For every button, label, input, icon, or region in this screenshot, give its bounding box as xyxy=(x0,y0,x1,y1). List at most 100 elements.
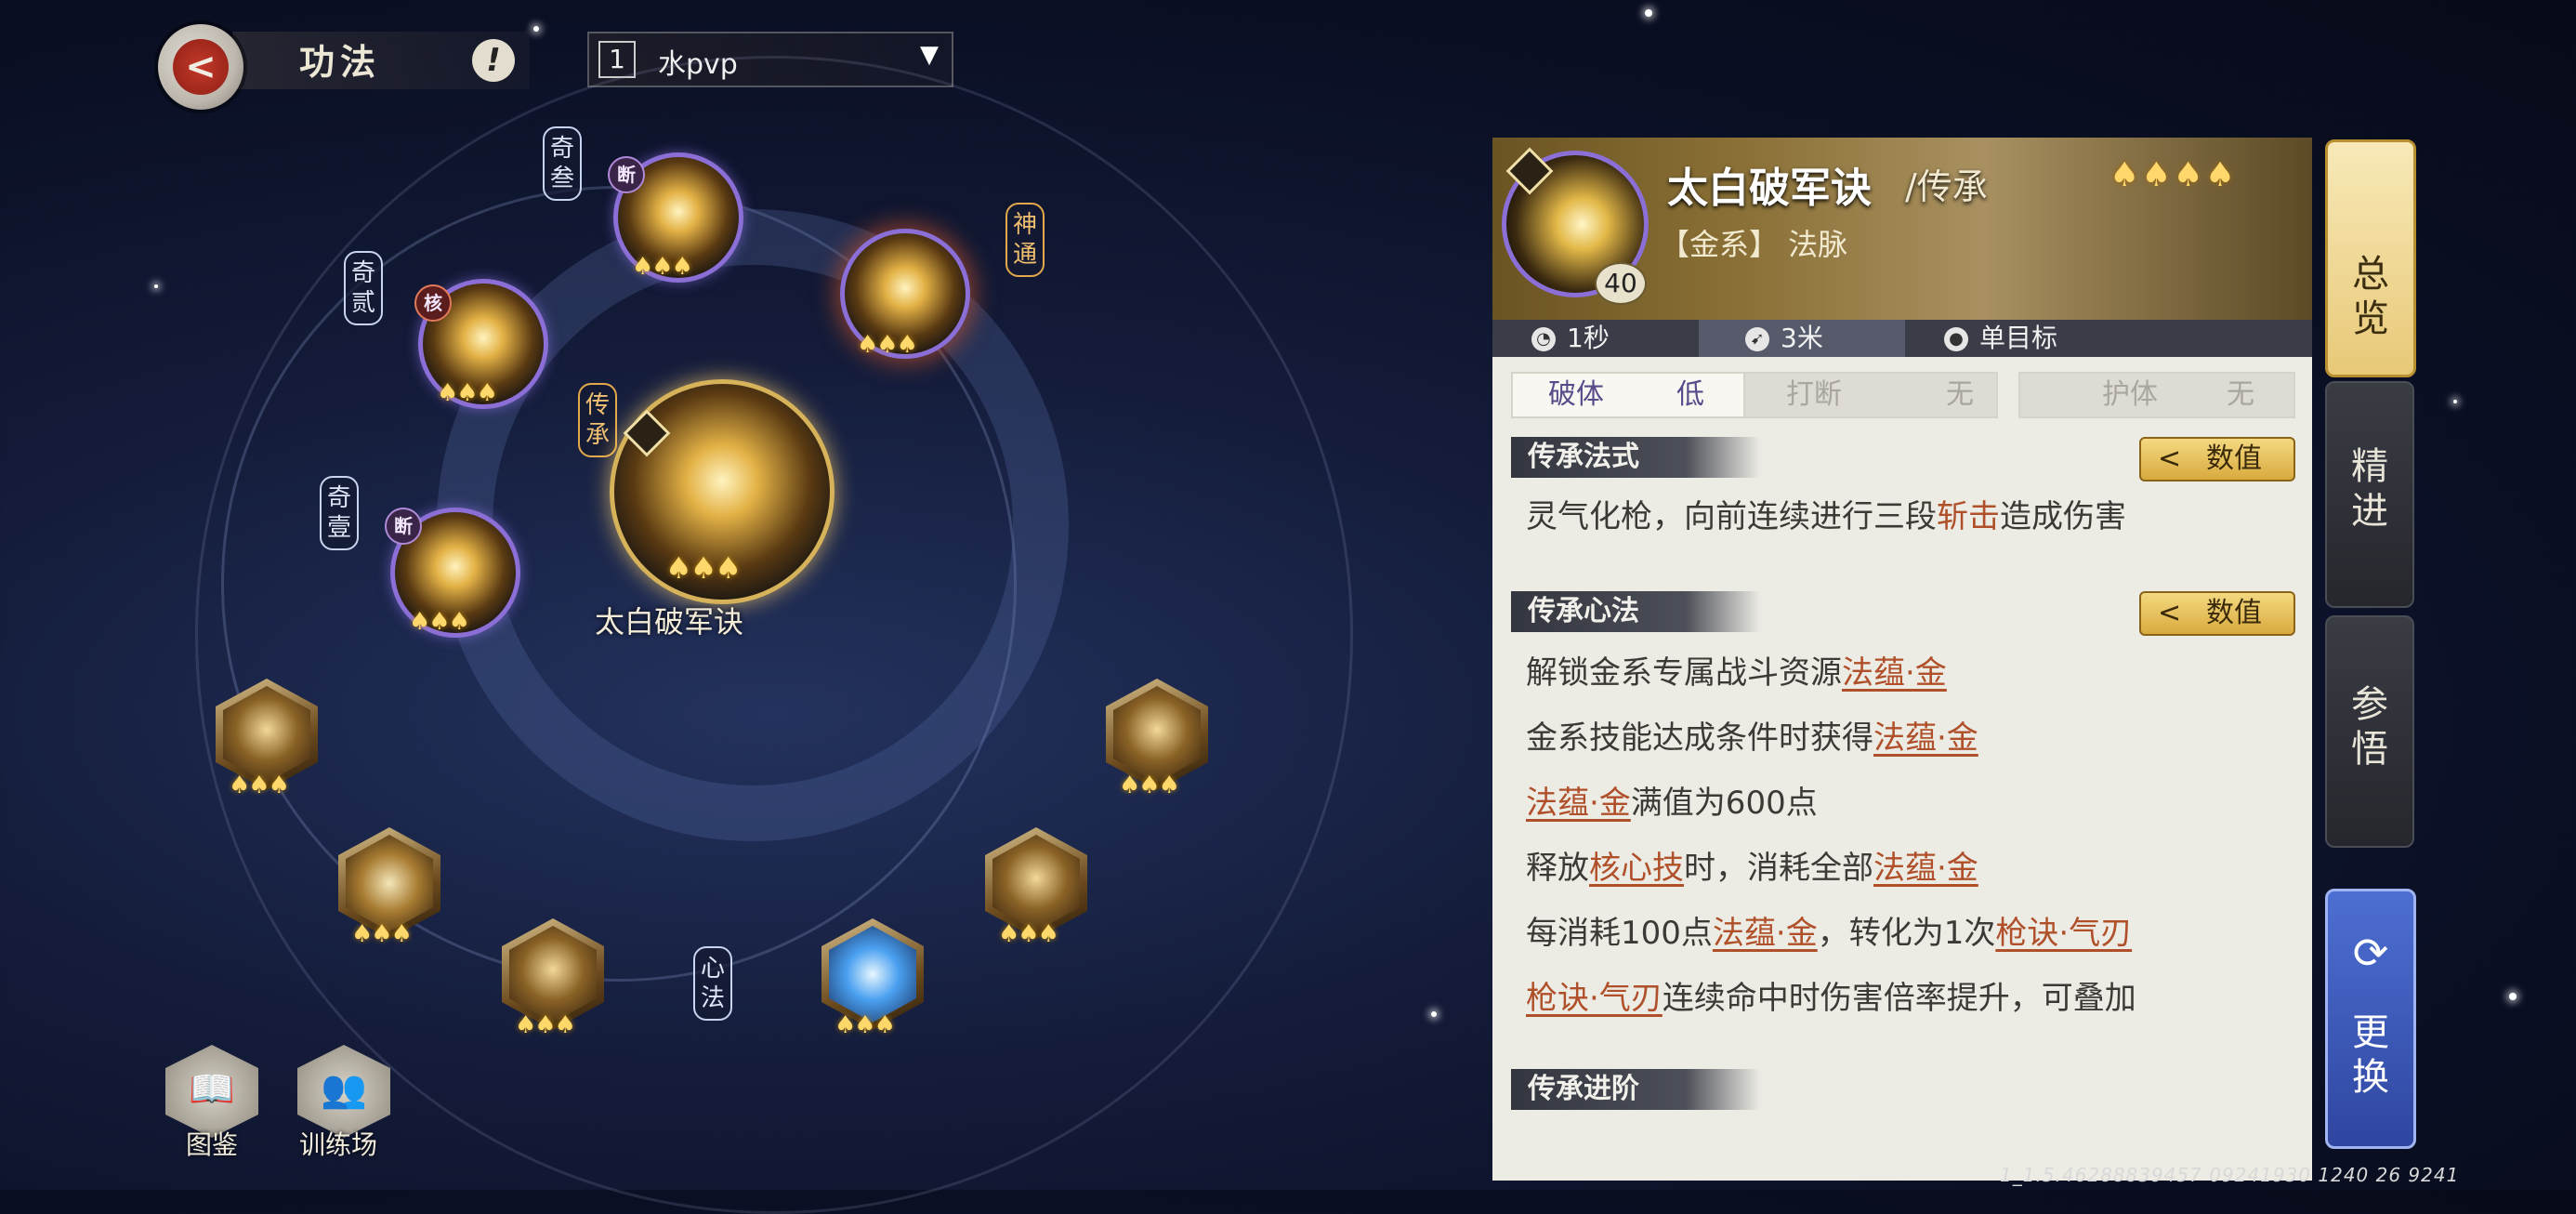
info-icon[interactable]: ! xyxy=(472,39,515,82)
star-decor xyxy=(1431,1011,1437,1017)
swap-button-label: 更换 xyxy=(2352,1011,2389,1099)
training-button[interactable]: 👥 xyxy=(297,1045,390,1138)
swap-button[interactable]: ⟳ 更换 xyxy=(2325,889,2416,1149)
keyword-link[interactable]: 核心技 xyxy=(1589,850,1684,887)
mind-line: 解锁金系专属战斗资源法蕴·金 xyxy=(1526,647,1947,693)
style-description: 灵气化枪，向前连续进行三段斩击造成伤害 xyxy=(1526,491,2126,536)
rank-flames: ♠♠♠ xyxy=(229,772,290,799)
rank-flames: ♠♠♠ xyxy=(437,379,498,407)
clock-icon: ◔ xyxy=(1531,327,1556,351)
star-decor xyxy=(533,26,539,32)
keyword-link[interactable]: 法蕴·金 xyxy=(1713,915,1818,952)
mind-line: 释放核心技时，消耗全部法蕴·金 xyxy=(1526,842,1978,888)
rank-flames: ♠♠♠ xyxy=(351,920,413,948)
mind-line: 金系技能达成条件时获得法蕴·金 xyxy=(1526,712,1978,758)
attr-name: 打断 xyxy=(1786,378,1842,411)
rank-flames: ♠♠♠ xyxy=(632,253,693,281)
text: 解锁金系专属战斗资源 xyxy=(1526,654,1842,692)
mind-line: 枪诀·气刃连续命中时伤害倍率提升，可叠加 xyxy=(1526,972,2136,1018)
codex-label: 图鉴 xyxy=(186,1129,239,1160)
range-stat: ➹ 3米 xyxy=(1699,320,1905,357)
tag-shen-tong: 神通 xyxy=(1005,203,1045,277)
star-decor xyxy=(2509,993,2517,1000)
star-decor xyxy=(2453,400,2457,403)
training-icon: 👥 xyxy=(321,1068,367,1111)
values-button[interactable]: < 数值 xyxy=(2139,591,2295,636)
chevron-left-icon: < xyxy=(2158,597,2182,629)
keyword-link[interactable]: 枪诀·气刃 xyxy=(1526,980,1663,1017)
text: 灵气化枪，向前连续进行三段 xyxy=(1526,498,1937,535)
attr-value: 无 xyxy=(2227,378,2254,411)
center-skill-label: 太白破军诀 xyxy=(595,604,744,640)
text: 每消耗100点 xyxy=(1526,915,1713,952)
tab-insight[interactable]: 参悟 xyxy=(2325,615,2414,848)
chevron-left-icon: < xyxy=(2158,442,2182,475)
tag-qi-san: 奇叁 xyxy=(543,126,582,201)
star-decor xyxy=(154,284,158,288)
section-advance-header: 传承进阶 xyxy=(1511,1069,1760,1110)
keyword-link[interactable]: 法蕴·金 xyxy=(1873,719,1978,757)
mind-line: 法蕴·金满值为600点 xyxy=(1526,777,1818,823)
text: ，转化为1次 xyxy=(1817,915,1996,952)
training-label: 训练场 xyxy=(299,1129,378,1160)
target-value: 单目标 xyxy=(1979,323,2058,353)
tab-refine-label: 精进 xyxy=(2351,445,2388,533)
cast-time-value: 1秒 xyxy=(1567,323,1610,353)
skill-level-badge: 40 xyxy=(1595,262,1647,305)
keyword-link[interactable]: 枪诀·气刃 xyxy=(1995,915,2132,952)
section-mind-header: 传承心法 xyxy=(1511,591,1760,632)
attr-value: 无 xyxy=(1946,378,1974,411)
back-button[interactable]: < xyxy=(158,24,243,110)
text: 连续命中时伤害倍率提升，可叠加 xyxy=(1662,980,2136,1017)
tab-insight-label: 参悟 xyxy=(2351,683,2388,771)
rank-flames: ♠♠♠ xyxy=(835,1011,896,1039)
range-icon: ➹ xyxy=(1745,327,1769,351)
codex-button[interactable]: 📖 xyxy=(165,1045,258,1138)
tab-overview-label: 总览 xyxy=(2352,253,2389,340)
text: 时，消耗全部 xyxy=(1684,850,1873,887)
preset-number: 1 xyxy=(598,41,636,78)
tag-xin-fa: 心法 xyxy=(693,946,732,1021)
target-stat: ● 单目标 xyxy=(1944,320,2167,357)
attr-break-body: 破体 低 xyxy=(1511,372,1745,418)
attr-interrupt: 打断 无 xyxy=(1743,372,1998,418)
values-button[interactable]: < 数值 xyxy=(2139,437,2295,482)
text: 造成伤害 xyxy=(2000,498,2126,535)
rank-lotus-icons: ♠♠♠♠ xyxy=(2109,156,2238,194)
rank-flames: ♠♠♠ xyxy=(515,1011,576,1039)
range-value: 3米 xyxy=(1781,323,1823,353)
rank-flames: ♠♠♠ xyxy=(665,550,742,586)
keyword-link[interactable]: 法蕴·金 xyxy=(1526,785,1631,822)
keyword-slash[interactable]: 斩击 xyxy=(1937,498,2000,535)
badge-duan: 断 xyxy=(385,508,422,545)
star-decor xyxy=(1645,9,1652,17)
skill-type: /传承 xyxy=(1905,166,1988,207)
chevron-down-icon: ▼ xyxy=(920,41,939,69)
rank-flames: ♠♠♠ xyxy=(1119,772,1180,799)
book-icon: 📖 xyxy=(189,1068,235,1111)
rank-flames: ♠♠♠ xyxy=(998,920,1059,948)
keyword-link[interactable]: 法蕴·金 xyxy=(1842,654,1947,692)
tab-overview[interactable]: 总览 xyxy=(2325,139,2416,377)
attr-name: 破体 xyxy=(1548,378,1604,411)
attr-name: 护体 xyxy=(2102,378,2158,411)
tab-refine[interactable]: 精进 xyxy=(2325,381,2414,608)
values-button-label: 数值 xyxy=(2206,597,2262,629)
skill-name: 太白破军诀 xyxy=(1667,165,1872,212)
version-string: 1_1.5.46288839457 09241930 1240 26 9241 xyxy=(2000,1164,2460,1186)
tag-qi-yi: 奇壹 xyxy=(320,476,359,550)
badge-duan: 断 xyxy=(608,156,645,193)
badge-he: 核 xyxy=(414,284,452,322)
text: 满值为600点 xyxy=(1630,785,1818,822)
keyword-link[interactable]: 法蕴·金 xyxy=(1873,850,1978,887)
person-icon: ● xyxy=(1944,327,1968,351)
text: 金系技能达成条件时获得 xyxy=(1526,719,1873,757)
tag-qi-er: 奇贰 xyxy=(344,251,383,325)
rank-flames: ♠♠♠ xyxy=(409,608,470,636)
swap-icon: ⟳ xyxy=(2352,928,2389,978)
skill-element: 【金系】 法脉 xyxy=(1660,227,1848,262)
tag-chuan-cheng: 传承 xyxy=(578,383,617,457)
attr-guard: 护体 无 xyxy=(2018,372,2295,418)
values-button-label: 数值 xyxy=(2206,442,2262,475)
text: 释放 xyxy=(1526,850,1589,887)
